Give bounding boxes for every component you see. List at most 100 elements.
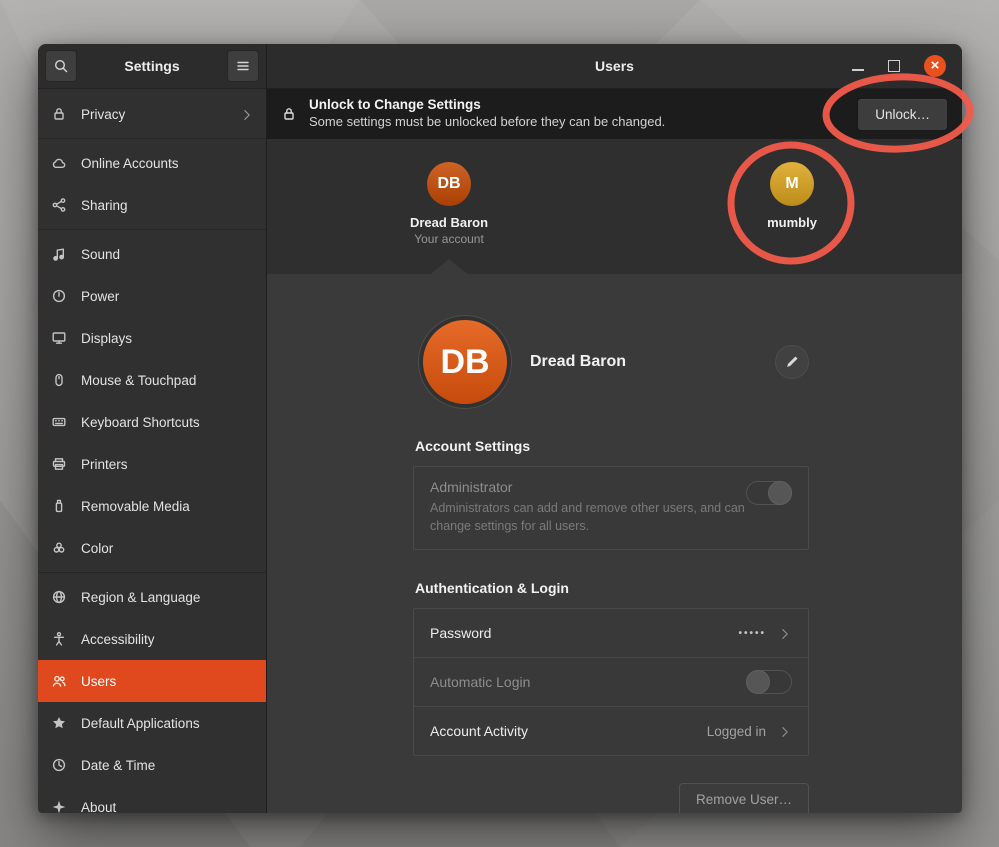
- sidebar-item-label: Mouse & Touchpad: [81, 373, 196, 388]
- sidebar-item-label: Default Applications: [81, 716, 200, 731]
- sidebar-item-sharing[interactable]: Sharing: [38, 184, 266, 226]
- row-automatic-login: Automatic Login: [414, 657, 808, 706]
- headerbar: Users: [267, 44, 962, 89]
- globe-icon: [50, 588, 68, 606]
- sidebar-item-label: Sharing: [81, 198, 128, 213]
- section-heading-account-settings: Account Settings: [415, 438, 807, 454]
- minimize-button[interactable]: [852, 59, 864, 73]
- sidebar-item-label: Removable Media: [81, 499, 190, 514]
- settings-group-account: Administrator Administrators can add and …: [413, 466, 809, 550]
- sidebar-item-displays[interactable]: Displays: [38, 317, 266, 359]
- sidebar-item-keyboard-shortcuts[interactable]: Keyboard Shortcuts: [38, 401, 266, 443]
- toggle-knob: [746, 670, 770, 694]
- automatic-login-toggle[interactable]: [746, 670, 792, 694]
- mouse-icon: [50, 371, 68, 389]
- power-icon: [50, 287, 68, 305]
- maximize-button[interactable]: [888, 60, 900, 72]
- user-carousel: DBDread BaronYour accountMmumbly: [267, 139, 962, 274]
- administrator-toggle[interactable]: [746, 481, 792, 505]
- close-button[interactable]: [924, 55, 946, 77]
- sidebar-item-default-applications[interactable]: Default Applications: [38, 702, 266, 744]
- sidebar-item-date-time[interactable]: Date & Time: [38, 744, 266, 786]
- sidebar-item-label: About: [81, 800, 116, 814]
- row-label: Automatic Login: [430, 674, 530, 690]
- sidebar-item-label: Online Accounts: [81, 156, 179, 171]
- edit-name-button[interactable]: [775, 345, 809, 379]
- sidebar-separator: [38, 572, 266, 573]
- sidebar-item-label: Displays: [81, 331, 132, 346]
- printer-icon: [50, 455, 68, 473]
- sidebar-item-label: Users: [81, 674, 116, 689]
- search-icon: [53, 58, 69, 74]
- row-label: Account Activity: [430, 723, 528, 739]
- sidebar-title: Settings: [77, 58, 227, 74]
- row-label: Administrator: [430, 479, 746, 495]
- search-button[interactable]: [45, 50, 77, 82]
- lock-icon: [281, 106, 297, 122]
- hamburger-menu-icon: [235, 58, 251, 74]
- star-icon: [50, 714, 68, 732]
- row-value: Logged in: [707, 724, 766, 739]
- sidebar-item-label: Date & Time: [81, 758, 155, 773]
- sidebar-item-sound[interactable]: Sound: [38, 233, 266, 275]
- sidebar-list: Privacy Online Accounts Sharing Sound Power D…: [38, 89, 266, 813]
- sidebar-item-label: Color: [81, 541, 113, 556]
- settings-group-authentication: Password••••• Automatic Login Account Acti…: [413, 608, 809, 756]
- accessibility-icon: [50, 630, 68, 648]
- sidebar-separator: [38, 229, 266, 230]
- user-name: Dread Baron: [410, 215, 488, 230]
- sidebar: Settings Privacy Online Accounts Sharing So…: [38, 44, 266, 813]
- lock-icon: [50, 105, 68, 123]
- row-sublabel: Administrators can add and remove other …: [430, 500, 746, 535]
- section-heading-authentication-login: Authentication & Login: [415, 580, 807, 596]
- user-detail-pane: DB Dread Baron Account Settings Administ…: [267, 274, 962, 813]
- settings-window: Settings Privacy Online Accounts Sharing So…: [38, 44, 962, 813]
- selected-user-pointer: [431, 259, 467, 274]
- sidebar-item-accessibility[interactable]: Accessibility: [38, 618, 266, 660]
- remove-user-button[interactable]: Remove User…: [679, 783, 809, 813]
- users-icon: [50, 672, 68, 690]
- sidebar-item-label: Region & Language: [81, 590, 200, 605]
- unlock-button[interactable]: Unlock…: [857, 98, 948, 131]
- sidebar-item-printers[interactable]: Printers: [38, 443, 266, 485]
- menu-button[interactable]: [227, 50, 259, 82]
- sidebar-item-label: Keyboard Shortcuts: [81, 415, 200, 430]
- user-name: mumbly: [767, 215, 817, 230]
- avatar[interactable]: DB: [423, 320, 507, 404]
- chevron-right-icon: [778, 626, 792, 640]
- row-account-activity[interactable]: Account Activity Logged in: [414, 706, 808, 755]
- banner-title: Unlock to Change Settings: [309, 97, 665, 114]
- user-fullname: Dread Baron: [530, 353, 626, 371]
- avatar: M: [770, 162, 814, 206]
- sidebar-item-label: Accessibility: [81, 632, 155, 647]
- sparkle-icon: [50, 798, 68, 813]
- chevron-right-icon: [778, 724, 792, 738]
- sidebar-item-users[interactable]: Users: [38, 660, 266, 702]
- sidebar-item-label: Printers: [81, 457, 128, 472]
- sidebar-item-about[interactable]: About: [38, 786, 266, 813]
- row-password[interactable]: Password•••••: [414, 609, 808, 657]
- display-icon: [50, 329, 68, 347]
- sidebar-item-label: Power: [81, 289, 119, 304]
- sidebar-item-label: Privacy: [81, 107, 125, 122]
- sidebar-item-power[interactable]: Power: [38, 275, 266, 317]
- sidebar-header: Settings: [38, 44, 266, 89]
- window-controls: [852, 55, 962, 77]
- row-value: •••••: [738, 628, 766, 639]
- toggle-knob: [768, 481, 792, 505]
- sidebar-item-color[interactable]: Color: [38, 527, 266, 569]
- sound-icon: [50, 245, 68, 263]
- sidebar-item-region-language[interactable]: Region & Language: [38, 576, 266, 618]
- desktop-background: Settings Privacy Online Accounts Sharing So…: [0, 0, 999, 847]
- user-card-dread-baron[interactable]: DBDread BaronYour account: [374, 162, 524, 246]
- user-note: Your account: [414, 232, 484, 246]
- cloud-icon: [50, 154, 68, 172]
- sidebar-item-privacy[interactable]: Privacy: [38, 93, 266, 135]
- clock-icon: [50, 756, 68, 774]
- user-card-mumbly[interactable]: Mmumbly: [717, 162, 867, 230]
- sidebar-item-removable-media[interactable]: Removable Media: [38, 485, 266, 527]
- usb-icon: [50, 497, 68, 515]
- sidebar-item-online-accounts[interactable]: Online Accounts: [38, 142, 266, 184]
- sidebar-item-label: Sound: [81, 247, 120, 262]
- sidebar-item-mouse-touchpad[interactable]: Mouse & Touchpad: [38, 359, 266, 401]
